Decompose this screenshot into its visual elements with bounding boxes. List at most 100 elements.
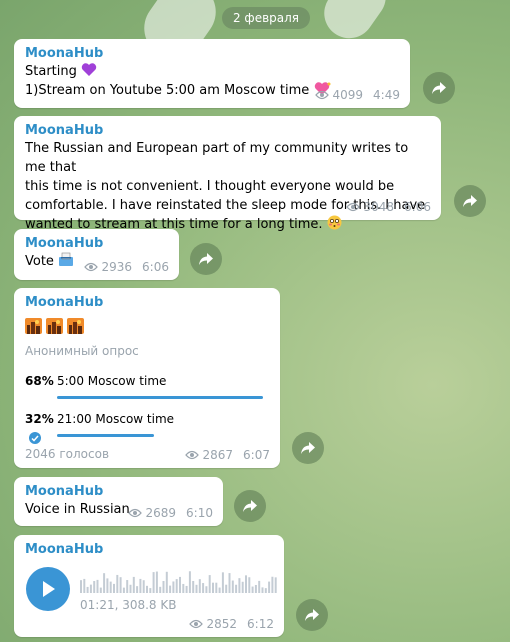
message-meta: 3048 6:06 <box>345 200 431 214</box>
message-author[interactable]: MoonaHub <box>25 294 269 311</box>
waveform-bar <box>251 586 254 593</box>
message-text: 1)Stream on Youtube 5:00 am Moscow time <box>25 83 310 98</box>
message-time: 6:07 <box>243 448 270 462</box>
poll-votes-count: 2046 голосов <box>25 447 110 461</box>
message-author[interactable]: MoonaHub <box>25 122 430 139</box>
waveform-bar <box>146 585 148 593</box>
waveform-bar <box>231 580 234 593</box>
waveform-bar <box>175 579 178 593</box>
play-button[interactable] <box>26 567 70 611</box>
message-time: 6:06 <box>404 200 431 214</box>
waveform-bar <box>80 580 82 593</box>
waveform-bar <box>152 572 155 593</box>
audio-info: 01:21, 308.8 KB <box>80 598 177 612</box>
waveform-bar <box>179 576 181 593</box>
message-time: 6:06 <box>142 260 169 274</box>
views-icon <box>184 450 199 460</box>
waveform-bar <box>221 572 224 593</box>
waveform-bar <box>149 588 152 593</box>
waveform-bar <box>212 582 214 593</box>
poll-option-label: 5:00 Moscow time <box>57 374 167 388</box>
waveform-bar <box>139 578 142 593</box>
message-meta: 2936 6:06 <box>83 260 169 274</box>
waveform-bar <box>86 586 89 593</box>
share-arrow-icon <box>243 500 257 512</box>
waveform-bar <box>172 581 175 593</box>
waveform-bar <box>132 576 135 593</box>
message-bubble[interactable]: MoonaHub Vote 2936 6:06 <box>14 229 179 280</box>
poll-type: Анонимный опрос <box>25 344 139 358</box>
waveform-bar <box>268 581 271 593</box>
share-button[interactable] <box>296 599 328 631</box>
message-author[interactable]: MoonaHub <box>25 541 273 558</box>
flushed-face-icon <box>327 215 342 230</box>
waveform-bar <box>116 574 119 593</box>
views-icon <box>127 508 142 518</box>
waveform-bar <box>169 585 172 593</box>
message-bubble[interactable]: MoonaHub The Russian and European part o… <box>14 116 441 232</box>
waveform-bar <box>271 576 274 593</box>
share-button[interactable] <box>190 243 222 275</box>
voice-message[interactable]: MoonaHub 01:21, 308.8 KB 2852 6:12 <box>14 535 284 637</box>
share-arrow-icon <box>305 609 319 621</box>
poll-option-percent: 32% <box>25 412 54 426</box>
share-arrow-icon <box>432 82 446 94</box>
message-text: Starting <box>25 64 77 79</box>
views-count: 3048 <box>363 200 395 214</box>
waveform-bar <box>126 580 129 593</box>
waveform-bar <box>96 579 99 593</box>
message-text: Vote <box>25 254 54 269</box>
voice-waveform[interactable] <box>80 571 280 593</box>
share-arrow-icon <box>301 442 315 454</box>
waveform-bar <box>228 573 231 593</box>
message-meta: 4099 4:49 <box>314 88 400 102</box>
waveform-bar <box>109 581 112 593</box>
message-time: 6:10 <box>186 506 213 520</box>
waveform-bar <box>142 580 145 593</box>
waveform-bar <box>235 584 238 593</box>
message-bubble[interactable]: MoonaHub Voice in Russian 2689 6:10 <box>14 477 223 526</box>
poll-option[interactable]: 68% 5:00 Moscow time <box>25 372 269 410</box>
views-icon <box>314 90 329 100</box>
message-author[interactable]: MoonaHub <box>25 45 399 62</box>
views-count: 2689 <box>145 506 177 520</box>
city-sunset-icon <box>67 318 85 334</box>
share-button[interactable] <box>292 432 324 464</box>
views-count: 2867 <box>202 448 234 462</box>
share-button[interactable] <box>423 72 455 104</box>
date-separator: 2 февраля <box>222 7 310 29</box>
waveform-bar <box>83 578 86 593</box>
waveform-bar <box>218 587 221 593</box>
waveform-bar <box>261 587 264 593</box>
waveform-bar <box>136 586 139 593</box>
share-button[interactable] <box>454 185 486 217</box>
share-button[interactable] <box>234 490 266 522</box>
poll-question <box>25 318 269 336</box>
waveform-bar <box>165 571 168 593</box>
poll-message[interactable]: MoonaHub Анонимный опрос 68% 5:00 Moscow… <box>14 288 280 468</box>
poll-option[interactable]: 32% 21:00 Moscow time <box>25 410 269 448</box>
message-text: this time is not convenient. I thought e… <box>25 179 395 194</box>
waveform-bar <box>182 583 185 593</box>
message-bubble[interactable]: MoonaHub Starting 1)Stream on Youtube 5:… <box>14 39 410 108</box>
waveform-bar <box>238 578 241 593</box>
waveform-bar <box>254 584 257 593</box>
views-icon <box>188 619 203 629</box>
play-icon <box>43 581 55 597</box>
message-author[interactable]: MoonaHub <box>25 483 212 500</box>
waveform-bar <box>103 573 106 593</box>
waveform-bar <box>192 580 195 593</box>
waveform-bar <box>198 579 201 593</box>
waveform-bar <box>159 586 162 593</box>
checkmark-icon <box>29 432 41 444</box>
poll-option-label: 21:00 Moscow time <box>57 412 175 426</box>
waveform-bar <box>155 571 158 593</box>
purple-heart-icon <box>81 63 97 76</box>
message-author[interactable]: MoonaHub <box>25 235 168 252</box>
views-count: 4099 <box>332 88 364 102</box>
waveform-bar <box>248 577 251 593</box>
waveform-bar <box>258 580 261 593</box>
share-arrow-icon <box>199 253 213 265</box>
waveform-bar <box>93 581 96 593</box>
waveform-bar <box>99 587 102 593</box>
